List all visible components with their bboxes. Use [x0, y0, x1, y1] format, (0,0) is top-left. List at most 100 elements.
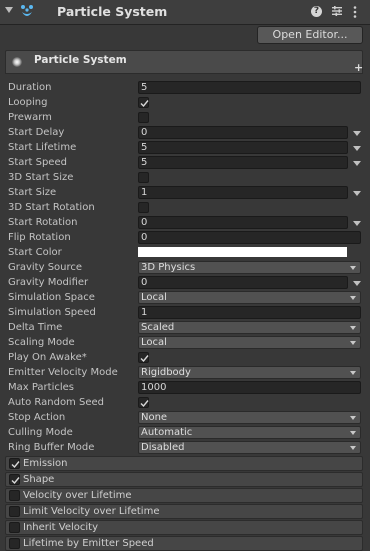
property-label: Start Lifetime [8, 142, 77, 153]
property-row-stop-action: Stop Action None [0, 411, 370, 426]
gravity-source-dropdown[interactable]: 3D Physics [138, 261, 361, 274]
component-title: Particle System [57, 4, 168, 19]
module-label: Limit Velocity over Lifetime [23, 506, 160, 517]
property-row-max-particles: Max Particles 1000 [0, 381, 370, 396]
prewarm-checkbox[interactable] [138, 112, 149, 123]
start-color-swatch[interactable] [138, 247, 347, 257]
3d-start-size-checkbox[interactable] [138, 172, 149, 183]
property-label: Flip Rotation [8, 232, 71, 243]
chevron-down-icon [350, 431, 356, 435]
module-velocity-over-lifetime[interactable]: Velocity over Lifetime [5, 488, 363, 503]
property-row-3d-start-size: 3D Start Size [0, 171, 370, 186]
foldout-arrow-icon[interactable] [5, 7, 13, 13]
module-shape[interactable]: Shape [5, 472, 363, 487]
property-label: Start Speed [8, 157, 67, 168]
property-label: Scaling Mode [8, 337, 75, 348]
property-row-play-on-awake: Play On Awake* [0, 351, 370, 366]
curve-mode-dropdown-icon[interactable] [353, 221, 361, 226]
property-label: Simulation Space [8, 292, 95, 303]
property-row-simulation-space: Simulation Space Local [0, 291, 370, 306]
module-title: Particle System [34, 54, 127, 66]
dropdown-value: 3D Physics [141, 262, 196, 273]
property-label: Delta Time [8, 322, 63, 333]
dropdown-value: Automatic [141, 427, 193, 438]
3d-start-rotation-checkbox[interactable] [138, 202, 149, 213]
property-label: Stop Action [8, 412, 66, 423]
module-enable-checkbox[interactable] [9, 458, 20, 469]
chevron-down-icon [350, 446, 356, 450]
duration-field[interactable]: 5 [138, 81, 361, 94]
curve-mode-dropdown-icon[interactable] [353, 146, 361, 151]
chevron-down-icon [350, 296, 356, 300]
dropdown-value: None [141, 412, 168, 423]
scaling-mode-dropdown[interactable]: Local [138, 336, 361, 349]
property-label: Culling Mode [8, 427, 73, 438]
start-size-field[interactable]: 1 [138, 186, 348, 199]
property-row-simulation-speed: Simulation Speed 1 [0, 306, 370, 321]
module-enable-checkbox[interactable] [9, 490, 20, 501]
property-label: 3D Start Size [8, 172, 74, 183]
dropdown-value: Scaled [141, 322, 175, 333]
particle-preview-icon [12, 57, 22, 67]
property-row-auto-random-seed: Auto Random Seed [0, 396, 370, 411]
gravity-modifier-field[interactable]: 0 [138, 276, 348, 289]
property-label: Max Particles [8, 382, 75, 393]
add-system-button[interactable]: + [354, 61, 363, 74]
particle-system-module-header[interactable]: Particle System + [5, 50, 363, 74]
chevron-down-icon [350, 371, 356, 375]
simulation-space-dropdown[interactable]: Local [138, 291, 361, 304]
start-lifetime-field[interactable]: 5 [138, 141, 348, 154]
simulation-speed-field[interactable]: 1 [138, 306, 361, 319]
module-label: Emission [23, 458, 68, 469]
property-label: Emitter Velocity Mode [8, 367, 118, 378]
chevron-down-icon [350, 266, 356, 270]
ring-buffer-mode-dropdown[interactable]: Disabled [138, 441, 361, 454]
property-row-scaling-mode: Scaling Mode Local [0, 336, 370, 351]
property-label: Start Size [8, 187, 57, 198]
max-particles-field[interactable]: 1000 [138, 381, 361, 394]
culling-mode-dropdown[interactable]: Automatic [138, 426, 361, 439]
module-enable-checkbox[interactable] [9, 506, 20, 517]
flip-rotation-field[interactable]: 0 [138, 231, 361, 244]
curve-mode-dropdown-icon[interactable] [353, 191, 361, 196]
module-inherit-velocity[interactable]: Inherit Velocity [5, 520, 363, 535]
curve-mode-dropdown-icon[interactable] [353, 161, 361, 166]
property-row-start-color: Start Color [0, 246, 370, 261]
help-icon[interactable]: ? [311, 6, 322, 17]
looping-checkbox[interactable] [138, 97, 149, 108]
module-label: Inherit Velocity [23, 522, 98, 533]
property-row-flip-rotation: Flip Rotation 0 [0, 231, 370, 246]
open-editor-button[interactable]: Open Editor... [257, 26, 363, 44]
module-enable-checkbox[interactable] [9, 474, 20, 485]
start-rotation-field[interactable]: 0 [138, 216, 348, 229]
module-lifetime-by-emitter-speed[interactable]: Lifetime by Emitter Speed [5, 536, 363, 551]
start-speed-field[interactable]: 5 [138, 156, 348, 169]
property-label: Simulation Speed [8, 307, 96, 318]
start-delay-field[interactable]: 0 [138, 126, 348, 139]
module-emission[interactable]: Emission [5, 456, 363, 471]
stop-action-dropdown[interactable]: None [138, 411, 361, 424]
property-row-3d-start-rotation: 3D Start Rotation [0, 201, 370, 216]
property-row-prewarm: Prewarm [0, 111, 370, 126]
emitter-velocity-mode-dropdown[interactable]: Rigidbody [138, 366, 361, 379]
property-label: Start Delay [8, 127, 65, 138]
curve-mode-dropdown-icon[interactable] [353, 281, 361, 286]
property-label: Play On Awake* [8, 352, 87, 363]
property-label: Ring Buffer Mode [8, 442, 95, 453]
delta-time-dropdown[interactable]: Scaled [138, 321, 361, 334]
module-limit-velocity-over-lifetime[interactable]: Limit Velocity over Lifetime [5, 504, 363, 519]
module-enable-checkbox[interactable] [9, 538, 20, 549]
context-menu-icon[interactable] [353, 5, 357, 19]
auto-random-seed-checkbox[interactable] [138, 397, 149, 408]
play-on-awake-checkbox[interactable] [138, 352, 149, 363]
dropdown-value: Disabled [141, 442, 185, 453]
dropdown-value: Local [141, 337, 167, 348]
property-row-ring-buffer-mode: Ring Buffer Mode Disabled [0, 441, 370, 456]
module-enable-checkbox[interactable] [9, 522, 20, 533]
property-label: Looping [8, 97, 48, 108]
presets-icon[interactable] [331, 5, 343, 17]
curve-mode-dropdown-icon[interactable] [353, 131, 361, 136]
property-label: Prewarm [8, 112, 52, 123]
property-row-start-size: Start Size 1 [0, 186, 370, 201]
particle-system-icon [21, 5, 33, 16]
